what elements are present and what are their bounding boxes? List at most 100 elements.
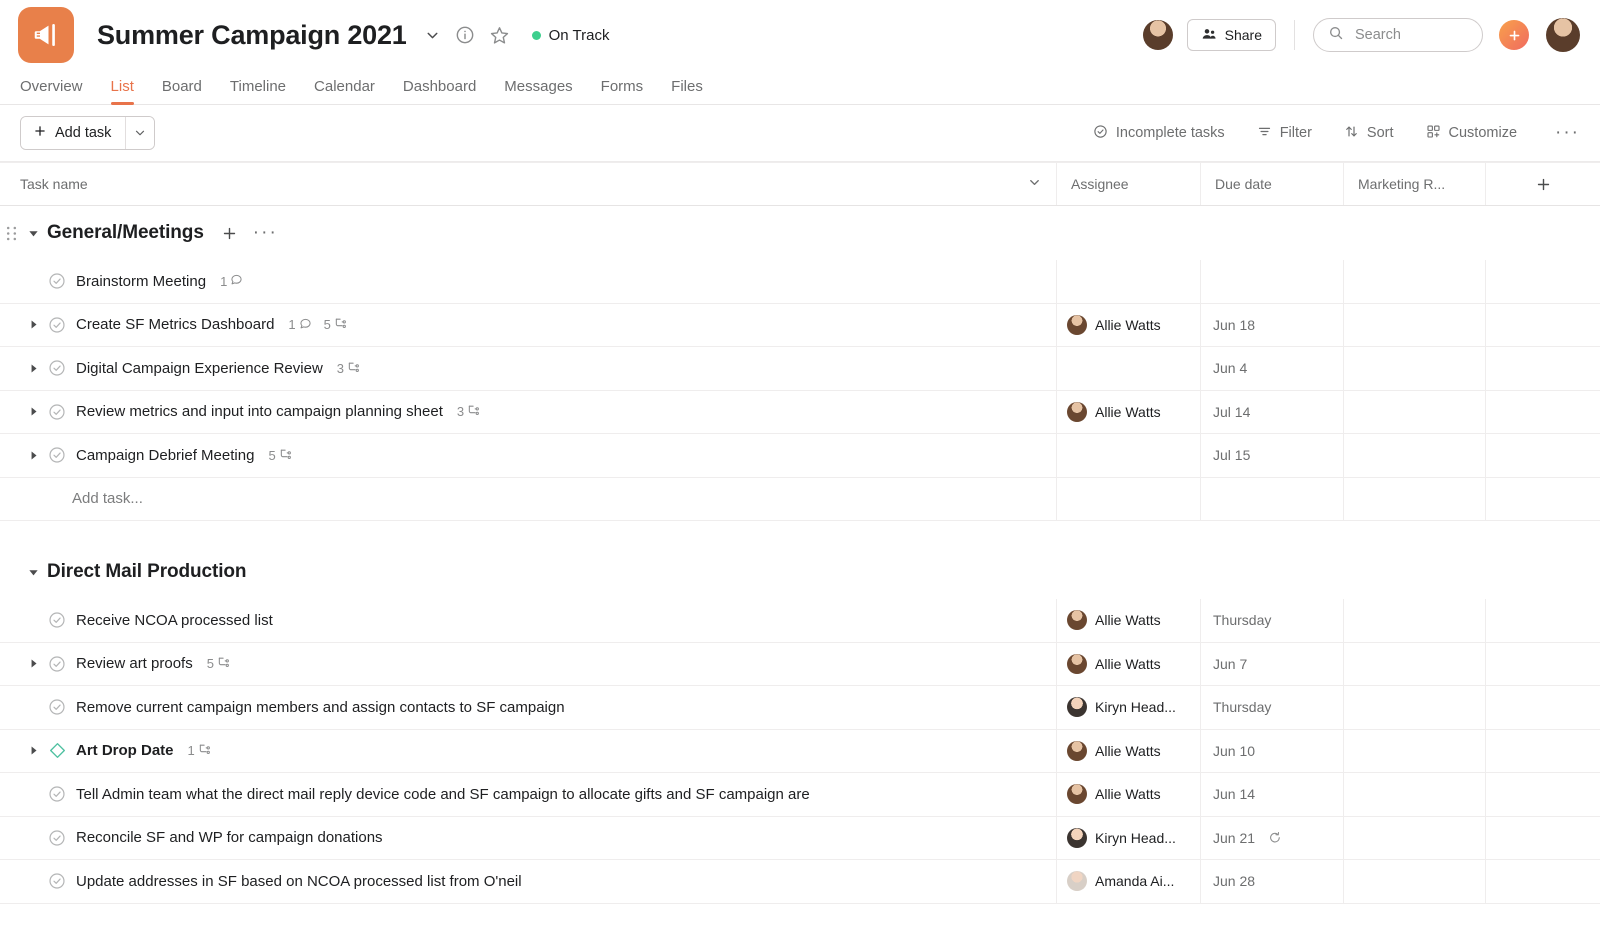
tab-list[interactable]: List: [97, 78, 148, 105]
incomplete-tasks-button[interactable]: Incomplete tasks: [1077, 124, 1241, 143]
extra-cell-empty[interactable]: [1486, 643, 1600, 686]
marketing-cell-empty[interactable]: [1344, 773, 1485, 816]
complete-task-icon[interactable]: [44, 403, 70, 421]
extra-cell-empty[interactable]: [1486, 773, 1600, 816]
extra-cell-empty[interactable]: [1486, 347, 1600, 390]
assignee-cell[interactable]: Allie Watts: [1057, 304, 1200, 347]
extra-cell-empty[interactable]: [1486, 686, 1600, 729]
create-button[interactable]: [1499, 20, 1529, 50]
table-row[interactable]: Tell Admin team what the direct mail rep…: [0, 773, 1600, 817]
marketing-cell-empty[interactable]: [1344, 643, 1485, 686]
table-row[interactable]: Review art proofs 5 Allie Watts Jun 7: [0, 642, 1600, 686]
due-date-cell[interactable]: Thursday: [1201, 599, 1343, 642]
assignee-cell[interactable]: Amanda Ai...: [1057, 860, 1200, 903]
marketing-cell-empty[interactable]: [1344, 860, 1485, 903]
tab-calendar[interactable]: Calendar: [300, 78, 389, 104]
chevron-down-icon[interactable]: [1027, 175, 1042, 193]
milestone-diamond-icon[interactable]: [44, 741, 70, 760]
expand-subtasks-icon[interactable]: [22, 450, 44, 461]
avatar[interactable]: [1546, 18, 1580, 52]
marketing-cell-empty[interactable]: [1344, 730, 1485, 773]
assignee-cell-empty[interactable]: [1057, 347, 1200, 390]
complete-task-icon[interactable]: [44, 446, 70, 464]
table-row[interactable]: Remove current campaign members and assi…: [0, 686, 1600, 730]
extra-cell-empty[interactable]: [1486, 260, 1600, 303]
add-task-dropdown-button[interactable]: [125, 117, 155, 149]
extra-cell-empty[interactable]: [1486, 391, 1600, 434]
expand-subtasks-icon[interactable]: [22, 406, 44, 417]
assignee-cell-empty[interactable]: [1057, 260, 1200, 303]
task-name[interactable]: Digital Campaign Experience Review: [76, 360, 323, 377]
expand-subtasks-icon[interactable]: [22, 319, 44, 330]
task-name[interactable]: Brainstorm Meeting: [76, 273, 206, 290]
table-row[interactable]: Create SF Metrics Dashboard 1 5 Allie Watts…: [0, 303, 1600, 347]
tab-forms[interactable]: Forms: [587, 78, 658, 104]
filter-button[interactable]: Filter: [1241, 124, 1328, 143]
table-row[interactable]: Receive NCOA processed list Allie Watts Th…: [0, 599, 1600, 643]
expand-subtasks-icon[interactable]: [22, 745, 44, 756]
marketing-cell-empty[interactable]: [1344, 347, 1485, 390]
tab-dashboard[interactable]: Dashboard: [389, 78, 490, 104]
assignee-cell[interactable]: Allie Watts: [1057, 391, 1200, 434]
complete-task-icon[interactable]: [44, 359, 70, 377]
extra-cell-empty[interactable]: [1486, 434, 1600, 477]
share-button[interactable]: Share: [1186, 19, 1276, 51]
more-options-button[interactable]: ···: [1533, 123, 1580, 142]
marketing-cell-empty[interactable]: [1344, 391, 1485, 434]
assignee-cell[interactable]: Allie Watts: [1057, 643, 1200, 686]
expand-subtasks-icon[interactable]: [22, 658, 44, 669]
due-date-cell[interactable]: Jul 15: [1201, 434, 1343, 477]
task-name[interactable]: Update addresses in SF based on NCOA pro…: [76, 873, 522, 890]
extra-cell-empty[interactable]: [1486, 304, 1600, 347]
marketing-cell-empty[interactable]: [1344, 304, 1485, 347]
add-task-button[interactable]: Add task: [21, 117, 126, 149]
task-name[interactable]: Remove current campaign members and assi…: [76, 699, 565, 716]
due-date-cell[interactable]: Thursday: [1201, 686, 1343, 729]
section-add-task-icon[interactable]: [221, 225, 238, 242]
due-date-cell[interactable]: Jun 21: [1201, 817, 1343, 860]
due-date-cell[interactable]: Jun 14: [1201, 773, 1343, 816]
megaphone-icon[interactable]: [18, 7, 74, 63]
assignee-cell[interactable]: Allie Watts: [1057, 773, 1200, 816]
assignee-cell[interactable]: Kiryn Head...: [1057, 817, 1200, 860]
complete-task-icon[interactable]: [44, 872, 70, 890]
assignee-cell[interactable]: Allie Watts: [1057, 730, 1200, 773]
complete-task-icon[interactable]: [44, 785, 70, 803]
due-date-cell[interactable]: Jun 7: [1201, 643, 1343, 686]
table-row[interactable]: Art Drop Date 1 Allie Watts Jun 10: [0, 729, 1600, 773]
drag-dots-icon[interactable]: [3, 225, 19, 242]
star-icon[interactable]: [489, 25, 510, 46]
complete-task-icon[interactable]: [44, 316, 70, 334]
due-date-cell[interactable]: Jun 28: [1201, 860, 1343, 903]
caret-down-icon[interactable]: [19, 228, 47, 239]
task-name[interactable]: Tell Admin team what the direct mail rep…: [76, 786, 810, 803]
status-badge[interactable]: On Track: [531, 27, 609, 44]
extra-cell-empty[interactable]: [1486, 860, 1600, 903]
due-date-cell-empty[interactable]: [1201, 260, 1343, 303]
chevron-down-icon[interactable]: [424, 27, 441, 44]
table-row[interactable]: Campaign Debrief Meeting 5 Jul 15: [0, 434, 1600, 478]
due-date-cell[interactable]: Jun 4: [1201, 347, 1343, 390]
complete-task-icon[interactable]: [44, 611, 70, 629]
marketing-cell-empty[interactable]: [1344, 434, 1485, 477]
search-input[interactable]: Search: [1313, 18, 1483, 52]
table-row[interactable]: Digital Campaign Experience Review 3 Jun 4: [0, 347, 1600, 391]
marketing-cell-empty[interactable]: [1344, 817, 1485, 860]
expand-subtasks-icon[interactable]: [22, 363, 44, 374]
table-row[interactable]: Brainstorm Meeting 1: [0, 260, 1600, 304]
add-task-placeholder[interactable]: Add task...: [0, 478, 1056, 521]
assignee-cell-empty[interactable]: [1057, 434, 1200, 477]
marketing-cell-empty[interactable]: [1344, 599, 1485, 642]
due-date-cell[interactable]: Jun 10: [1201, 730, 1343, 773]
complete-task-icon[interactable]: [44, 698, 70, 716]
caret-down-icon[interactable]: [19, 567, 47, 578]
complete-task-icon[interactable]: [44, 829, 70, 847]
table-row[interactable]: Review metrics and input into campaign p…: [0, 390, 1600, 434]
task-name[interactable]: Review art proofs: [76, 655, 193, 672]
add-column-button[interactable]: [1486, 163, 1600, 205]
extra-cell-empty[interactable]: [1486, 730, 1600, 773]
customize-button[interactable]: Customize: [1410, 124, 1534, 143]
task-name[interactable]: Reconcile SF and WP for campaign donatio…: [76, 829, 383, 846]
extra-cell-empty[interactable]: [1486, 817, 1600, 860]
tab-messages[interactable]: Messages: [490, 78, 586, 104]
